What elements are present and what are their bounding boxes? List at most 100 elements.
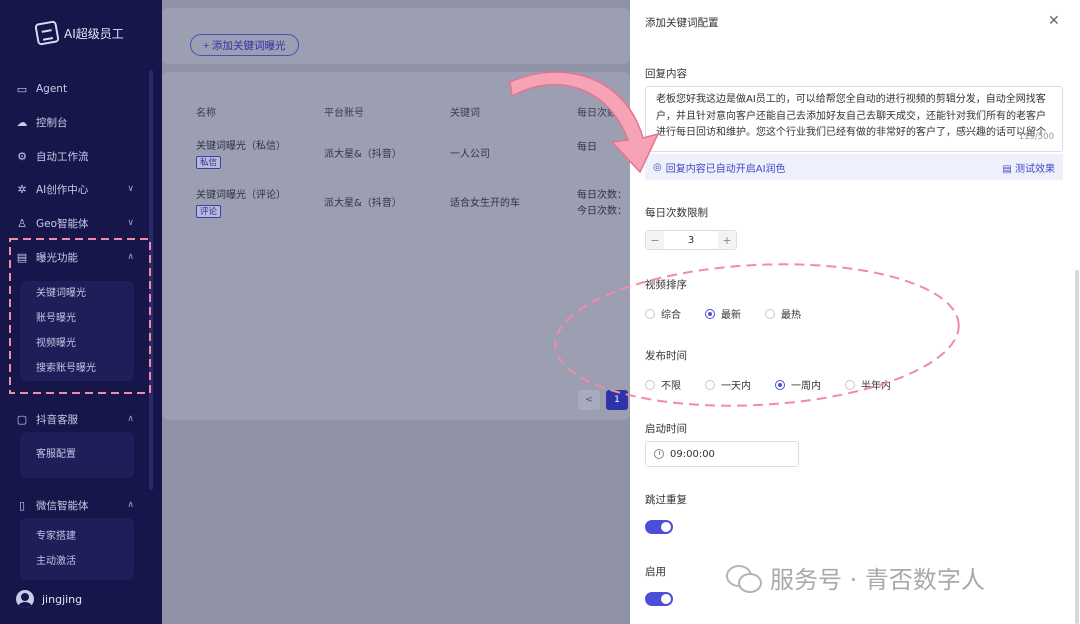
radio-icon [705, 379, 715, 390]
skip-duplicate-label: 跳过重复 [645, 494, 687, 506]
reply-char-count: 119/500 [1018, 131, 1054, 142]
publish-option-any[interactable]: 不限 [645, 377, 681, 392]
option-label: 最热 [781, 310, 801, 321]
reply-text: 老板您好我这边是做AI员工的，可以给帮您全自动的进行视频的剪辑分发，自动全网找客… [656, 94, 1046, 138]
clock-icon [654, 449, 664, 459]
enable-label: 启用 [645, 566, 666, 578]
drawer-title: 添加关键词配置 [645, 17, 719, 29]
radio-checked-icon [705, 308, 715, 319]
user-profile[interactable]: jingjing [16, 590, 82, 608]
brand-logo[interactable]: AI超级员工 [34, 20, 124, 46]
sidebar-item-label: 曝光功能 [36, 251, 78, 264]
option-label: 半年内 [861, 381, 891, 392]
skip-duplicate-toggle[interactable] [645, 520, 673, 534]
sub-item-search-account-exposure[interactable]: 搜索账号曝光 [20, 356, 134, 381]
sub-item-service-config[interactable]: 客服配置 [20, 442, 134, 467]
sidebar-item-console[interactable]: ☁ 控制台 [16, 111, 134, 133]
sub-item-expert-build[interactable]: 专家搭建 [20, 524, 134, 549]
daily-limit-stepper[interactable]: − 3 + [645, 230, 737, 250]
pager-prev[interactable]: < [578, 390, 600, 410]
column-header-keyword: 关键词 [450, 108, 480, 119]
toolbar-card: + 添加关键词曝光 [162, 8, 630, 64]
sidebar-item-exposure[interactable]: ▤ 曝光功能 ∧ [16, 246, 134, 268]
start-time-label: 启动时间 [645, 423, 687, 435]
sidebar-item-geo[interactable]: ♙ Geo智能体 ∨ [16, 212, 134, 234]
row-tag: 评论 [196, 205, 222, 218]
table-row[interactable]: 关键词曝光（私信） 私信 [196, 137, 286, 169]
reply-content-textarea[interactable]: 老板您好我这边是做AI员工的，可以给帮您全自动的进行视频的剪辑分发，自动全网找客… [645, 86, 1063, 152]
sort-label: 视频排序 [645, 279, 687, 291]
table-card [162, 72, 630, 420]
close-icon[interactable]: ✕ [1048, 13, 1060, 29]
drawer-scrollbar[interactable] [1075, 270, 1079, 624]
chat-icon: ▢ [16, 412, 28, 426]
radio-checked-icon [775, 379, 785, 390]
enable-toggle[interactable] [645, 592, 673, 606]
ai-polish-notice: 回复内容已自动开启AI润色 [665, 163, 786, 175]
column-header-account: 平台账号 [324, 108, 364, 119]
test-effect-label: 测试效果 [1015, 163, 1055, 175]
row-daily: 每日次数： [577, 190, 627, 201]
publish-option-week[interactable]: 一周内 [775, 377, 821, 392]
sort-option-latest[interactable]: 最新 [705, 306, 741, 321]
chevron-up-icon: ∧ [127, 500, 134, 510]
sidebar-scrollbar[interactable] [149, 70, 153, 490]
user-icon: ♙ [17, 216, 27, 230]
row-keyword: 适合女生开的车 [450, 198, 520, 209]
sort-option-hottest[interactable]: 最热 [765, 306, 801, 321]
daily-limit-label: 每日次数限制 [645, 207, 708, 219]
radio-icon [645, 308, 655, 319]
publish-option-day[interactable]: 一天内 [705, 377, 751, 392]
pager-page-1[interactable]: 1 [606, 390, 628, 410]
sidebar-item-label: Agent [36, 83, 68, 95]
minus-icon[interactable]: − [646, 231, 664, 249]
cloud-icon: ☁ [16, 115, 28, 129]
sidebar-item-agent[interactable]: ▭ Agent [16, 78, 134, 100]
sparkle-icon: ✲ [17, 182, 27, 196]
main-content: + 添加关键词曝光 名称 平台账号 关键词 每日次数 关键词曝光（私信） 私信 … [162, 0, 630, 624]
sidebar-item-wechat-agent[interactable]: ▯ 微信智能体 ∧ [16, 494, 134, 516]
user-name: jingjing [42, 592, 83, 606]
watermark: 服务号 · 青否数字人 [726, 560, 985, 595]
sidebar-item-douyin-service[interactable]: ▢ 抖音客服 ∧ [16, 408, 134, 430]
row-name: 关键词曝光（评论） [196, 190, 286, 201]
avatar [16, 590, 34, 608]
phone-icon: ▯ [18, 498, 26, 512]
check-circle-icon: ◎ [653, 161, 662, 173]
radio-icon [765, 308, 775, 319]
publish-time-label: 发布时间 [645, 350, 687, 362]
add-keyword-exposure-button[interactable]: + 添加关键词曝光 [190, 34, 299, 56]
publish-radio-group: 不限 一天内 一周内 半年内 [645, 377, 915, 392]
sub-item-account-exposure[interactable]: 账号曝光 [20, 306, 134, 331]
option-label: 不限 [661, 381, 681, 392]
document-icon: ▤ [1002, 163, 1012, 175]
table-row[interactable]: 关键词曝光（评论） 评论 [196, 186, 286, 218]
sort-option-comprehensive[interactable]: 综合 [645, 306, 681, 321]
sidebar-item-label: 微信智能体 [36, 499, 89, 512]
chevron-up-icon: ∧ [127, 252, 134, 262]
sub-item-keyword-exposure[interactable]: 关键词曝光 [20, 281, 134, 306]
sub-item-active-activation[interactable]: 主动激活 [20, 549, 134, 574]
sidebar-item-workflow[interactable]: ⚙ 自动工作流 [16, 145, 134, 167]
chevron-down-icon: ∨ [127, 218, 134, 228]
column-header-daily: 每日次数 [577, 108, 617, 119]
row-tag: 私信 [196, 156, 222, 169]
option-label: 一周内 [791, 381, 821, 392]
option-label: 一天内 [721, 381, 751, 392]
publish-option-half-year[interactable]: 半年内 [845, 377, 891, 392]
sidebar-item-ai-creation[interactable]: ✲ AI创作中心 ∨ [16, 178, 134, 200]
row-account: 派大星&（抖音） [324, 149, 402, 160]
chevron-up-icon: ∧ [127, 414, 134, 424]
wechat-submenu: 专家搭建 主动激活 [20, 518, 134, 580]
test-effect-button[interactable]: ▤ 测试效果 [1002, 160, 1055, 175]
sidebar-item-label: 抖音客服 [36, 413, 78, 426]
exposure-submenu: 关键词曝光 账号曝光 视频曝光 搜索账号曝光 [20, 281, 134, 381]
start-time-picker[interactable]: 09:00:00 [645, 441, 799, 467]
start-time-value: 09:00:00 [670, 448, 715, 460]
plus-icon[interactable]: + [718, 231, 736, 249]
chevron-down-icon: ∨ [127, 184, 134, 194]
row-daily: 每日 [577, 142, 597, 153]
sidebar: AI超级员工 ▭ Agent ☁ 控制台 ⚙ 自动工作流 ✲ AI创作中心 ∨ … [0, 0, 162, 624]
sub-item-video-exposure[interactable]: 视频曝光 [20, 331, 134, 356]
column-header-name: 名称 [196, 108, 216, 119]
